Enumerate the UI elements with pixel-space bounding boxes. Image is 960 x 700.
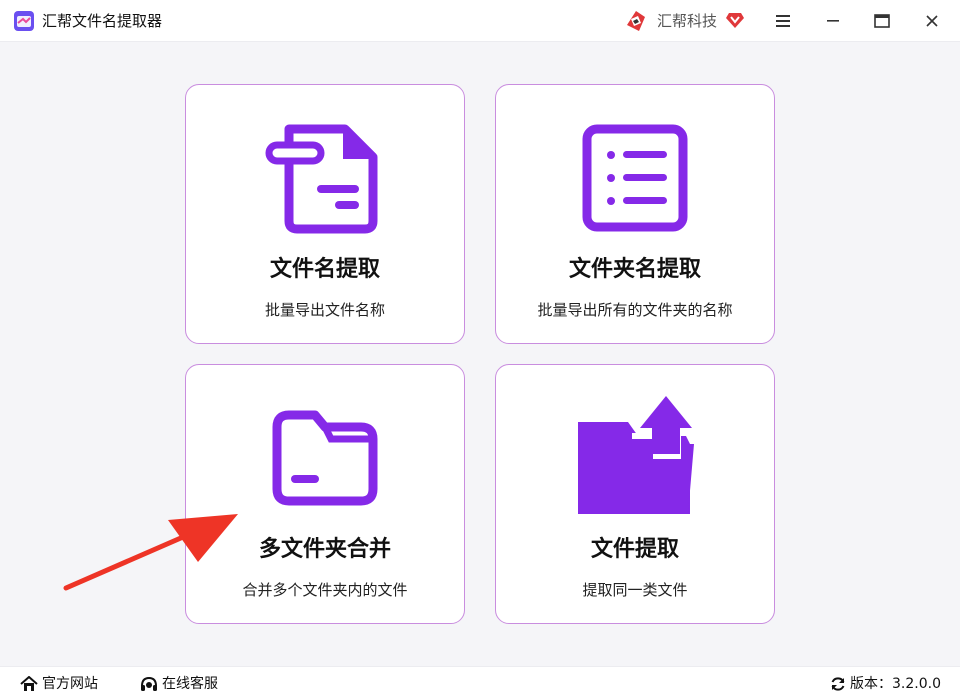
minimize-button[interactable] <box>820 8 846 34</box>
official-website-label: 官方网站 <box>42 676 98 692</box>
hamburger-icon <box>776 15 790 27</box>
online-service-link[interactable]: 在线客服 <box>140 675 218 693</box>
headset-icon <box>141 676 157 691</box>
card-title: 文件夹名提取 <box>568 257 701 282</box>
app-title: 汇帮文件名提取器 <box>42 12 163 30</box>
maximize-icon <box>874 14 890 28</box>
maximize-button[interactable] <box>869 8 895 34</box>
close-icon <box>926 15 938 27</box>
minimize-icon <box>827 20 839 22</box>
brand-logo-icon <box>627 11 645 31</box>
folder-icon <box>272 410 378 506</box>
card-description: 批量导出文件名称 <box>264 301 385 319</box>
card-title: 文件名提取 <box>269 257 380 282</box>
home-icon <box>20 676 38 691</box>
version-info: 版本： 3.2.0.0 <box>830 675 941 693</box>
refresh-icon <box>831 677 845 691</box>
app-logo-icon <box>14 11 34 31</box>
brand-name: 汇帮科技 <box>657 12 718 30</box>
card-file-extract[interactable]: 文件提取 提取同一类文件 <box>495 364 775 624</box>
card-title: 文件提取 <box>590 537 679 562</box>
status-bar: 官方网站 在线客服 版本： 3.2.0.0 <box>0 666 960 700</box>
card-foldername-extract[interactable]: 文件夹名提取 批量导出所有的文件夹的名称 <box>495 84 775 344</box>
folder-upload-icon <box>578 396 694 514</box>
card-description: 提取同一类文件 <box>582 581 688 599</box>
version-label: 版本： <box>850 676 892 692</box>
red-arrow-icon <box>63 514 238 591</box>
menu-button[interactable] <box>770 8 796 34</box>
close-button[interactable] <box>919 8 945 34</box>
version-number: 3.2.0.0 <box>892 676 941 692</box>
card-description: 批量导出所有的文件夹的名称 <box>537 301 733 319</box>
online-service-label: 在线客服 <box>162 676 218 692</box>
list-icon <box>582 124 688 232</box>
official-website-link[interactable]: 官方网站 <box>20 675 98 693</box>
title-bar: 汇帮文件名提取器 汇帮科技 <box>0 0 960 42</box>
card-filename-extract[interactable]: 文件名提取 批量导出文件名称 <box>185 84 465 344</box>
document-icon <box>265 124 378 234</box>
vip-diamond-icon[interactable] <box>725 10 745 30</box>
